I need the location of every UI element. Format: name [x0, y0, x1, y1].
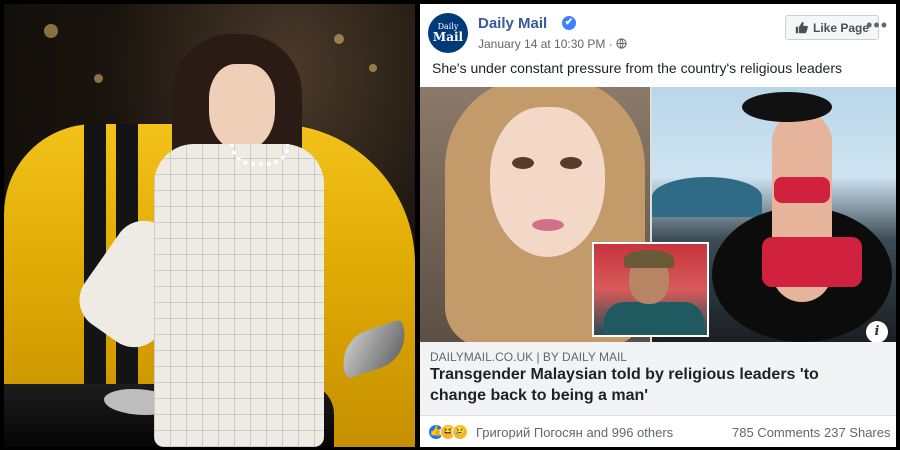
white-dress: [154, 144, 324, 447]
thumbs-up-icon: [795, 21, 808, 34]
sad-icon: 😢: [452, 424, 468, 440]
mountain: [652, 177, 762, 217]
inset-shirt: [604, 302, 704, 335]
post-timestamp[interactable]: January 14 at 10:30 PM: [478, 37, 605, 51]
link-image[interactable]: i: [420, 87, 896, 342]
portrait-face: [490, 107, 605, 257]
avatar-text-bottom: Mail: [432, 30, 464, 44]
bokeh-light: [369, 64, 377, 72]
bikini-top: [774, 177, 830, 203]
like-page-label: Like Page: [812, 20, 870, 35]
facebook-post-card: Daily Mail Daily Mail ✔ January 14 at 10…: [420, 4, 896, 447]
inset-photo: [592, 242, 709, 337]
portrait-lips: [532, 219, 564, 231]
sun-hat: [742, 92, 832, 122]
bokeh-light: [44, 24, 58, 38]
bokeh-light: [334, 34, 344, 44]
comments-count[interactable]: 785 Comments: [732, 425, 820, 440]
portrait-eye: [560, 157, 582, 169]
woman-face: [209, 64, 275, 150]
verified-badge-icon: ✔: [562, 16, 576, 30]
bokeh-light: [94, 74, 103, 83]
link-source: DAILYMAIL.CO.UK | BY DAILY MAIL: [430, 350, 627, 364]
more-options-icon[interactable]: •••: [866, 15, 888, 36]
post-meta: January 14 at 10:30 PM ·: [478, 37, 627, 51]
shares-count[interactable]: 237 Shares: [824, 425, 891, 440]
page-name-link[interactable]: Daily Mail: [478, 15, 547, 32]
post-header: Daily Mail Daily Mail ✔ January 14 at 10…: [428, 13, 888, 57]
meta-separator: ·: [608, 37, 613, 51]
link-title[interactable]: Transgender Malaysian told by religious …: [430, 364, 870, 406]
reaction-names[interactable]: Григорий Погосян and 996 others: [476, 425, 673, 440]
inset-cap: [624, 250, 674, 268]
left-photo: [4, 4, 415, 447]
portrait-eye: [512, 157, 534, 169]
link-preview[interactable]: DAILYMAIL.CO.UK | BY DAILY MAIL Transgen…: [420, 342, 896, 416]
globe-icon: [616, 38, 627, 49]
info-icon[interactable]: i: [866, 321, 888, 342]
like-page-button[interactable]: Like Page: [785, 15, 879, 40]
reaction-icons[interactable]: 👍 😆 😢: [428, 424, 472, 440]
bikini-bottom: [762, 237, 862, 287]
reactions-bar: 👍 😆 😢 Григорий Погосян and 996 others 78…: [420, 417, 896, 447]
post-caption: She's under constant pressure from the c…: [432, 60, 842, 76]
page-avatar[interactable]: Daily Mail: [428, 13, 468, 53]
